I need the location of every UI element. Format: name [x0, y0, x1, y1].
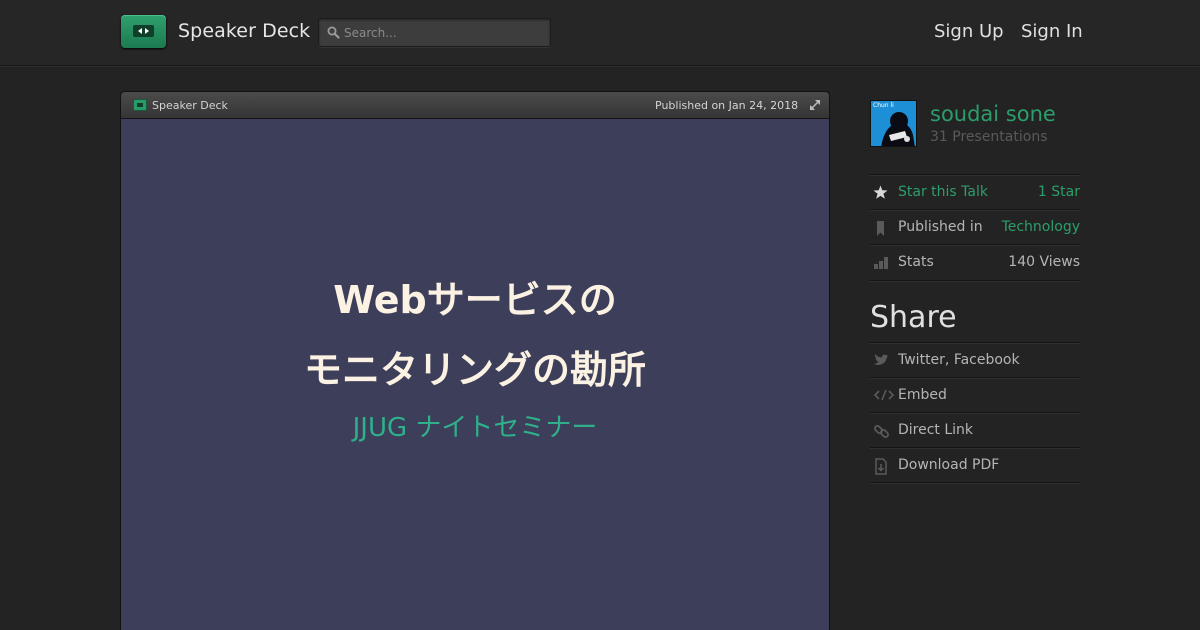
category-link[interactable]: Technology	[1002, 219, 1080, 235]
star-icon	[873, 185, 888, 199]
player-toolbar: Speaker Deck Published on Jan 24, 2018	[121, 92, 829, 119]
sign-in-link[interactable]: Sign In	[1021, 21, 1083, 42]
avatar[interactable]: Chun li	[870, 100, 917, 147]
bar-chart-icon	[874, 257, 888, 269]
link-icon	[874, 425, 889, 438]
slide-title-line1: Webサービスの	[333, 278, 617, 322]
published-in-row: Published in Technology	[870, 209, 1080, 244]
download-pdf-link[interactable]: Download PDF	[898, 457, 999, 473]
presentation-count: 31 Presentations	[930, 129, 1048, 145]
code-icon	[873, 389, 895, 401]
twitter-facebook-link[interactable]: Twitter, Facebook	[898, 352, 1020, 368]
player-brand[interactable]: Speaker Deck	[152, 99, 228, 112]
bookmark-icon	[877, 221, 884, 236]
star-row[interactable]: Star this Talk 1 Star	[870, 174, 1080, 209]
search-icon	[327, 26, 340, 39]
brand-name[interactable]: Speaker Deck	[178, 20, 310, 42]
avatar-caption: Chun li	[873, 102, 894, 109]
author-name[interactable]: soudai sone	[930, 102, 1056, 126]
divider	[870, 482, 1080, 484]
star-count: 1 Star	[1037, 184, 1080, 200]
speaker-deck-logo[interactable]	[121, 15, 166, 48]
sign-up-link[interactable]: Sign Up	[934, 21, 1004, 42]
play-logo-icon	[133, 25, 154, 37]
stats-label: Stats	[898, 254, 934, 270]
direct-link[interactable]: Direct Link	[898, 422, 973, 438]
mini-logo-icon[interactable]	[133, 99, 147, 111]
star-this-talk-link[interactable]: Star this Talk	[898, 184, 988, 200]
share-heading: Share	[870, 300, 957, 335]
presentation-player: Speaker Deck Published on Jan 24, 2018 W…	[120, 91, 830, 630]
share-direct-link-row[interactable]: Direct Link	[870, 412, 1080, 447]
slide-canvas[interactable]: Webサービスの モニタリングの勘所 JJUG ナイトセミナー	[121, 119, 829, 630]
slide-subtitle: JJUG ナイトセミナー	[352, 413, 598, 443]
top-header: Speaker Deck Sign Up Sign In	[0, 0, 1200, 66]
bird-icon	[874, 354, 889, 365]
share-embed-row[interactable]: Embed	[870, 377, 1080, 412]
stats-row: Stats 140 Views	[870, 244, 1080, 279]
expand-icon[interactable]	[809, 99, 821, 111]
published-date: Published on Jan 24, 2018	[655, 99, 799, 112]
search-input[interactable]	[344, 23, 544, 43]
published-in-label: Published in	[898, 219, 983, 235]
divider	[870, 280, 1080, 282]
share-download-row[interactable]: Download PDF	[870, 447, 1080, 482]
slide-title-line2: モニタリングの勘所	[303, 348, 646, 392]
view-count: 140 Views	[1008, 254, 1080, 270]
share-twitter-facebook-row[interactable]: Twitter, Facebook	[870, 342, 1080, 377]
download-icon	[875, 458, 887, 475]
embed-link[interactable]: Embed	[898, 387, 947, 403]
search-box[interactable]	[318, 18, 551, 47]
